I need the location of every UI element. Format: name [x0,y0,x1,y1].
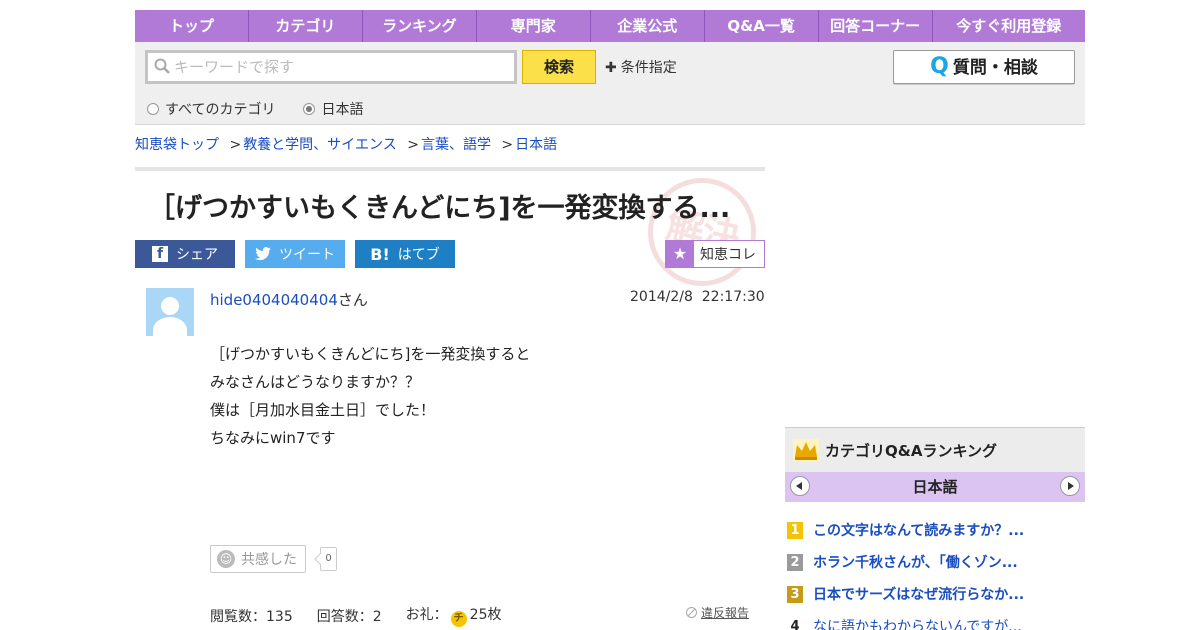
scope-category-label: 日本語 [321,102,364,118]
nav-qa-list[interactable]: Q&A一覧 [705,10,819,42]
reward-value: 25枚 [469,607,502,623]
ranking-header: カテゴリQ&Aランキング [785,427,1085,472]
ranking-item[interactable]: 4 なに語かもわからないんですが... [785,610,1085,630]
rank-badge: 3 [787,585,803,603]
ranking-item[interactable]: 2 ホラン千秋さんが、「働くゾン... [785,546,1085,578]
ranking-item-link[interactable]: なに語かもわからないんですが... [813,616,1022,630]
next-arrow-icon[interactable] [1060,476,1080,496]
empathy-label: 共感した [241,552,297,568]
ranking-item[interactable]: 1 この文字はなんて読みますか？... [785,514,1085,546]
empathy-button[interactable]: ☺ 共感した [210,545,306,573]
search-box [145,50,517,84]
ranking-item-link[interactable]: ホラン千秋さんが、「働くゾン... [813,552,1018,572]
chie-coin-icon: チ [450,611,467,627]
twitter-share-button[interactable]: ツイート [245,240,345,268]
crown-icon [793,439,819,461]
body-line: 僕は［月加水目金土日］でした！ [210,401,436,419]
facebook-icon: f [152,246,168,262]
view-count: 閲覧数：135 [210,608,293,625]
twitter-share-label: ツイート [279,247,335,263]
twitter-bird-icon [255,247,271,261]
radio-unchecked-icon [147,103,159,115]
hatena-bookmark-label: はてブ [397,247,440,263]
report-label: 違反報告 [701,606,750,620]
breadcrumb-item-japanese[interactable]: 日本語 [515,137,557,153]
breadcrumb-item-science[interactable]: 教養と学問、サイエンス [243,137,397,153]
author-link[interactable]: hide0404040404 [210,291,338,309]
scope-all-label: すべてのカテゴリ [165,102,276,118]
prohibited-icon [686,607,697,618]
chie-collection-button[interactable]: ★ 知恵コレ [665,240,765,268]
report-link[interactable]: 違反報告 [686,604,749,621]
rank-number: 4 [790,618,800,630]
reward: お礼：チ 25枚 [405,604,502,627]
facebook-share-label: シェア [176,247,218,263]
nav-official[interactable]: 企業公式 [591,10,705,42]
breadcrumb-item-top[interactable]: 知恵袋トップ [135,137,219,153]
breadcrumb-separator: > [501,137,514,153]
body-line: ［げつかすいもくきんどにち]を一発変換すると [210,345,531,363]
question-stats: 閲覧数：135 回答数：2 お礼：チ 25枚 [210,604,501,627]
question-author: hide0404040404さん [210,289,368,310]
global-nav: トップ カテゴリ ランキング 専門家 企業公式 Q&A一覧 回答コーナー 今すぐ… [135,10,1085,42]
user-avatar[interactable] [146,288,194,336]
empathy-count: 0 [320,547,337,571]
nav-register[interactable]: 今すぐ利用登録 [933,10,1085,42]
author-suffix: さん [337,291,368,309]
ranking-list: 1 この文字はなんて読みますか？... 2 ホラン千秋さんが、「働くゾン... … [785,514,1085,630]
nav-category[interactable]: カテゴリ [249,10,363,42]
search-input[interactable] [174,55,504,79]
breadcrumb: 知恵袋トップ > 教養と学問、サイエンス > 言葉、語学 > 日本語 [135,134,557,154]
ranking-title: カテゴリQ&Aランキング [825,441,997,460]
radio-checked-icon [303,103,316,115]
ranking-category: 日本語 [912,478,958,496]
star-icon: ★ [666,241,694,267]
question-body: ［げつかすいもくきんどにち]を一発変換すると みなさんはどうなりますか？？ 僕は… [210,340,530,452]
rank-badge: 1 [787,521,803,539]
question-title: ［げつかすいもくきんどにち]を一発変換する... [148,193,731,224]
nav-top[interactable]: トップ [135,10,249,42]
rank-badge: 2 [787,553,803,571]
answer-count: 回答数：2 [316,608,382,625]
hatena-bookmark-button[interactable]: B! はてブ [355,240,455,268]
scope-all-radio[interactable]: すべてのカテゴリ [147,99,275,119]
scope-category-radio[interactable]: 日本語 [303,99,363,119]
search-bar: 検索 ✚条件指定 Q質問・相談 すべてのカテゴリ 日本語 [135,42,1085,125]
facebook-share-button[interactable]: f シェア [135,240,235,268]
ask-question-label: 質問・相談 [952,58,1038,78]
search-scope: すべてのカテゴリ 日本語 [147,99,363,119]
nav-experts[interactable]: 専門家 [477,10,591,42]
body-line: みなさんはどうなりますか？？ [210,373,421,391]
hatena-icon: B! [370,244,390,264]
question-q-icon: Q [930,54,949,79]
nav-ranking[interactable]: ランキング [363,10,477,42]
ranking-item-link[interactable]: 日本でサーズはなぜ流行らなか... [813,584,1024,604]
question-datetime: 2014/2/8 22:17:30 [630,289,765,305]
body-line: ちなみにwin7です [210,429,336,447]
section-divider [135,167,765,171]
breadcrumb-separator: > [407,137,419,153]
breadcrumb-item-language[interactable]: 言葉、語学 [421,137,491,153]
search-conditions-label: 条件指定 [620,60,677,76]
prev-arrow-icon[interactable] [790,476,810,496]
search-button[interactable]: 検索 [522,50,596,84]
smile-face-icon: ☺ [217,550,235,568]
reward-prefix: お礼： [405,607,448,623]
search-icon [154,58,170,74]
chie-collection-label: 知恵コレ [700,247,756,263]
ranking-item-link[interactable]: この文字はなんて読みますか？... [813,520,1024,540]
ask-question-button[interactable]: Q 質問・相談 [893,50,1075,84]
ranking-category-bar: 日本語 [785,472,1085,502]
ranking-item[interactable]: 3 日本でサーズはなぜ流行らなか... [785,578,1085,610]
search-conditions-link[interactable]: ✚ 条件指定 [605,57,677,77]
plus-icon: ✚ [605,60,617,76]
nav-answer-corner[interactable]: 回答コーナー [819,10,933,42]
breadcrumb-separator: > [229,137,242,153]
